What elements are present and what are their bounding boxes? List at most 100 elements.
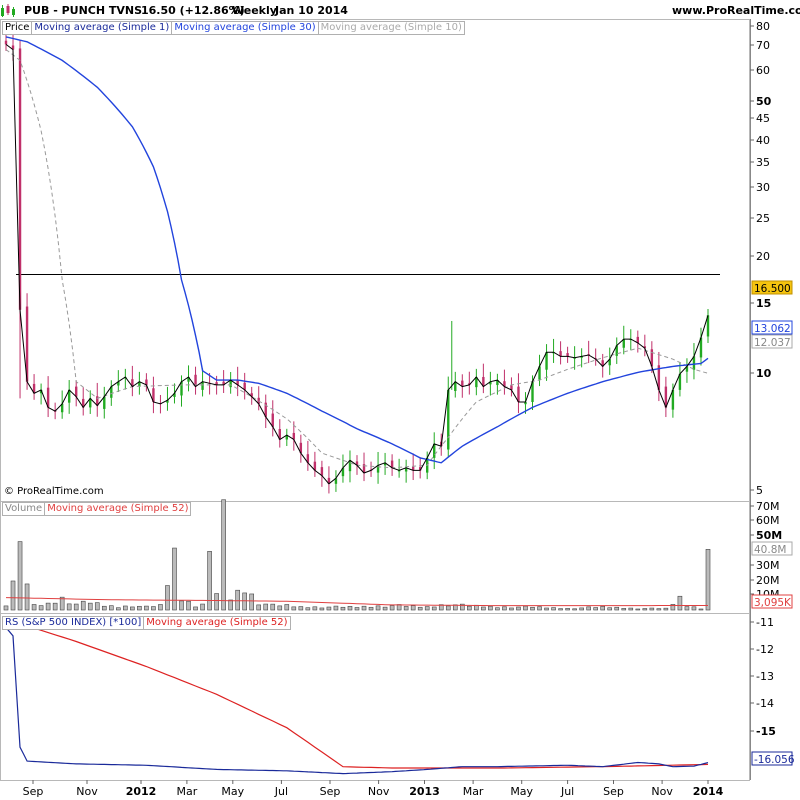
x-tick-label: 2013 bbox=[409, 785, 440, 798]
rs-ma-line bbox=[5, 618, 709, 769]
volume-bar bbox=[298, 606, 304, 611]
volume-bar bbox=[509, 607, 514, 611]
ma30-tag: 13.062 bbox=[754, 323, 791, 335]
x-tick-label: Mar bbox=[463, 785, 484, 798]
legend-volume[interactable]: Volume bbox=[2, 502, 46, 516]
rs-legend: RS (S&P 500 INDEX) [*100] Moving average … bbox=[2, 616, 291, 630]
candle-body bbox=[75, 386, 78, 397]
volume-bar bbox=[87, 602, 93, 611]
volume-bar bbox=[445, 605, 451, 611]
panel-frame-1 bbox=[0, 501, 750, 614]
legend-rs[interactable]: RS (S&P 500 INDEX) [*100] bbox=[2, 616, 145, 630]
volume-bar bbox=[312, 606, 318, 611]
volume-bar bbox=[635, 608, 641, 611]
legend-volume-ma[interactable]: Moving average (Simple 52) bbox=[44, 502, 192, 516]
volume-bar bbox=[291, 606, 297, 611]
volume-bar bbox=[263, 603, 269, 611]
volume-bar bbox=[137, 605, 142, 611]
legend-price[interactable]: Price bbox=[2, 21, 33, 35]
volume-bar bbox=[354, 607, 360, 611]
rs-tick-label: -13 bbox=[756, 670, 774, 683]
price-tick-label: 15 bbox=[756, 297, 771, 310]
rs-tick-label: -11 bbox=[756, 616, 774, 629]
copyright: © ProRealTime.com bbox=[4, 486, 104, 497]
x-tick-label: Mar bbox=[177, 785, 198, 798]
volume-bar bbox=[417, 606, 423, 611]
legend-ma10[interactable]: Moving average (Simple 10) bbox=[317, 21, 465, 35]
price-tick-label: 60 bbox=[756, 64, 770, 77]
volume-bar bbox=[502, 606, 507, 611]
volume-bar bbox=[677, 595, 683, 611]
volume-bar bbox=[165, 585, 170, 611]
volume-bar bbox=[565, 608, 570, 611]
volume-bar bbox=[586, 606, 591, 611]
volume-bar bbox=[389, 605, 395, 611]
volume-bar bbox=[235, 589, 240, 611]
last-price-tag: 16.500 bbox=[754, 283, 791, 295]
price-tick-label: 40 bbox=[756, 134, 770, 147]
candle-body bbox=[566, 353, 569, 357]
x-tick-label: Nov bbox=[651, 785, 673, 798]
candle-body bbox=[4, 40, 8, 45]
volume-bar bbox=[270, 603, 276, 611]
legend-ma1[interactable]: Moving average (Simple 1) bbox=[31, 21, 173, 35]
price-tick-label: 80 bbox=[756, 20, 770, 33]
volume-ma-line bbox=[5, 597, 708, 607]
volume-bar bbox=[109, 605, 114, 611]
candle-body bbox=[201, 381, 204, 390]
price-tick-label: 35 bbox=[756, 156, 770, 169]
price-tick-label: 70 bbox=[756, 39, 770, 52]
volume-bar bbox=[544, 607, 549, 611]
volume-bar bbox=[193, 606, 198, 611]
volume-bar bbox=[214, 593, 219, 611]
volume-bar bbox=[24, 583, 30, 611]
volume-bar bbox=[284, 604, 290, 611]
volume-bar bbox=[530, 606, 535, 611]
volume-bar bbox=[431, 606, 437, 611]
x-tick-label: Sep bbox=[23, 785, 44, 798]
volume-bar bbox=[516, 606, 521, 611]
volume-bar bbox=[31, 604, 37, 611]
volume-bar bbox=[10, 580, 16, 611]
x-tick-label: Jul bbox=[560, 785, 574, 798]
volume-bar bbox=[207, 551, 212, 611]
volume-bar bbox=[277, 605, 283, 611]
volume-bar bbox=[382, 606, 388, 611]
volume-bar bbox=[179, 600, 184, 611]
volume-bar bbox=[326, 606, 332, 611]
volume-bar bbox=[621, 608, 627, 611]
panel-frame-2 bbox=[0, 613, 750, 781]
volume-bar bbox=[340, 606, 346, 611]
volume-bar bbox=[403, 606, 409, 611]
volume-bar bbox=[347, 606, 353, 611]
volume-bar bbox=[537, 606, 542, 611]
volume-bar bbox=[684, 606, 690, 611]
volume-bar bbox=[73, 603, 79, 611]
volume-bar bbox=[410, 605, 416, 611]
volume-bar bbox=[593, 607, 598, 611]
volume-bar bbox=[123, 605, 128, 611]
volume-bar bbox=[607, 607, 613, 611]
volume-legend: Volume Moving average (Simple 52) bbox=[2, 502, 192, 516]
volume-tick-label: 70M bbox=[756, 500, 780, 513]
volume-bar bbox=[572, 608, 577, 611]
volume-bar bbox=[158, 604, 163, 611]
volume-bar bbox=[221, 499, 226, 611]
price-chart[interactable]: 80 70 60 50 45 40 35 30 25 20 15 10 5 16.500 13.062 12.… bbox=[0, 0, 800, 800]
volume-bar bbox=[691, 606, 697, 611]
price-tick-label: 10 bbox=[756, 367, 772, 380]
volume-bar bbox=[319, 607, 325, 611]
legend-ma30[interactable]: Moving average (Simple 30) bbox=[171, 21, 319, 35]
volume-bar bbox=[375, 605, 381, 611]
volume-bar bbox=[144, 605, 149, 611]
x-tick-label: Jul bbox=[274, 785, 288, 798]
volume-bar bbox=[94, 602, 100, 611]
volume-bar bbox=[80, 600, 86, 611]
legend-rs-ma[interactable]: Moving average (Simple 52) bbox=[143, 616, 291, 630]
volume-bar bbox=[17, 541, 23, 611]
volume-bar bbox=[305, 607, 311, 611]
volume-bar bbox=[130, 606, 135, 611]
volume-bar bbox=[200, 603, 205, 611]
close-line bbox=[5, 43, 709, 485]
rs-line bbox=[5, 627, 709, 775]
